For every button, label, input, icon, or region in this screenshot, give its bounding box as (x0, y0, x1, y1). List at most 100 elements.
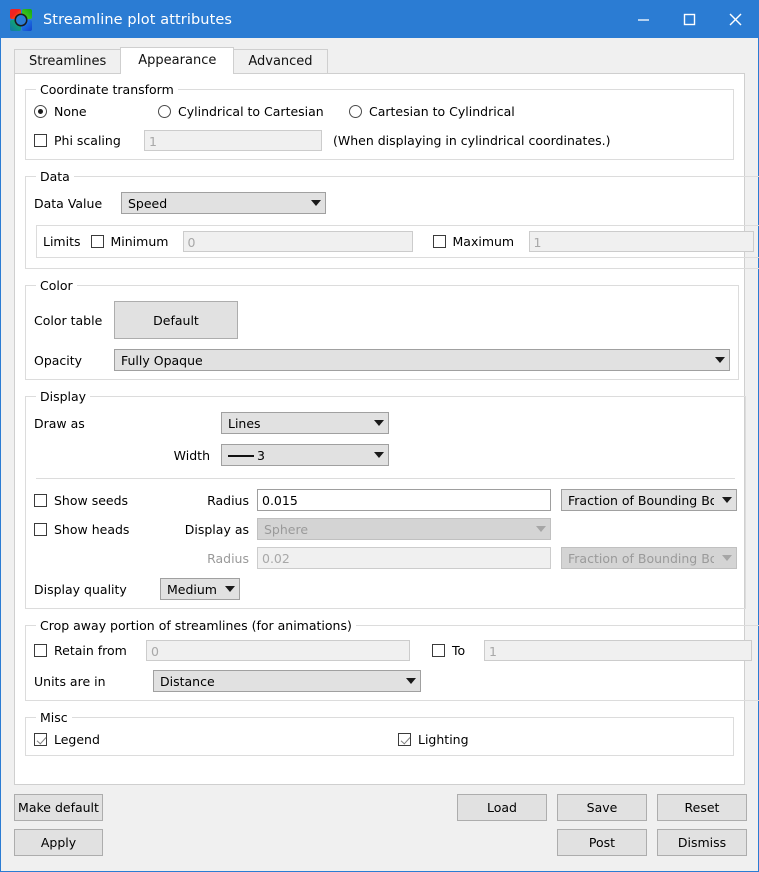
checkbox-indicator (398, 733, 411, 746)
title-bar: Streamline plot attributes (1, 1, 758, 38)
to-input[interactable]: 1 (484, 640, 752, 661)
tab-streamlines[interactable]: Streamlines (14, 49, 122, 73)
checkbox-retain-from[interactable]: Retain from (34, 643, 146, 658)
dismiss-button[interactable]: Dismiss (657, 829, 747, 856)
checkbox-phi-scaling[interactable]: Phi scaling (34, 133, 144, 148)
phi-scaling-input[interactable]: 1 (144, 130, 322, 151)
make-default-button[interactable]: Make default (14, 794, 103, 821)
checkbox-show-seeds[interactable]: Show seeds (34, 493, 201, 508)
limits-group: Limits Minimum 0 Maximum 1 (36, 225, 759, 258)
color-group: Color Color table Default Opacity Fully … (25, 278, 739, 380)
opacity-text: Fully Opaque (121, 352, 203, 368)
radio-cartesian-to-cylindrical[interactable]: Cartesian to Cylindrical (349, 104, 515, 119)
coordinate-transform-group: Coordinate transform None Cylindrical to… (25, 82, 734, 160)
line-width-sample-icon (228, 455, 254, 457)
color-table-button[interactable]: Default (114, 301, 238, 339)
show-seeds-label: Show seeds (54, 492, 129, 508)
minimize-icon[interactable] (620, 1, 666, 38)
window-title: Streamline plot attributes (43, 11, 233, 28)
data-value-text: Speed (128, 195, 168, 211)
checkbox-indicator (34, 134, 47, 147)
head-display-as-combo[interactable]: Sphere (257, 518, 551, 540)
display-quality-text: Medium (167, 581, 217, 597)
data-legend: Data (40, 169, 70, 184)
data-value-combo[interactable]: Speed (121, 192, 326, 214)
seed-radius-units-text: Fraction of Bounding Box (568, 492, 714, 508)
visit-logo-icon (10, 8, 32, 31)
checkbox-indicator (90, 235, 104, 248)
checkbox-indicator (432, 644, 445, 657)
display-group: Display Draw as Lines Width 3 Show seeds… (25, 389, 746, 609)
dialog-button-bar: Make default Apply Load Save Reset Post … (1, 785, 758, 871)
maximum-label: Maximum (452, 234, 515, 249)
display-legend: Display (40, 389, 87, 404)
draw-as-text: Lines (228, 415, 261, 431)
chevron-down-icon (406, 678, 416, 684)
radio-none-label: None (54, 104, 87, 119)
minimum-input[interactable]: 0 (182, 231, 413, 252)
draw-as-combo[interactable]: Lines (221, 412, 389, 434)
radio-indicator (349, 105, 362, 118)
chevron-down-icon (715, 357, 725, 363)
checkbox-indicator (34, 733, 47, 746)
display-quality-label: Display quality (34, 581, 127, 597)
apply-button[interactable]: Apply (14, 829, 103, 856)
cylindrical-note: (When displaying in cylindrical coordina… (333, 133, 611, 148)
head-display-as-text: Sphere (264, 521, 309, 537)
opacity-combo[interactable]: Fully Opaque (114, 349, 730, 371)
chevron-down-icon (374, 452, 384, 458)
display-as-label: Display as (184, 521, 249, 537)
legend-checkbox-label: Legend (54, 732, 100, 747)
seed-radius-units-combo[interactable]: Fraction of Bounding Box (561, 489, 737, 511)
maximize-icon[interactable] (666, 1, 712, 38)
checkbox-indicator (34, 522, 47, 536)
checkbox-to[interactable]: To (432, 643, 484, 658)
chevron-down-icon (225, 586, 235, 592)
radio-cartesian-to-cylindrical-label: Cartesian to Cylindrical (369, 104, 515, 119)
checkbox-minimum[interactable]: Minimum (90, 234, 183, 249)
display-divider (36, 478, 735, 479)
retain-from-input[interactable]: 0 (146, 640, 410, 661)
limits-label: Limits (43, 234, 81, 249)
checkbox-indicator (432, 235, 446, 248)
tab-advanced[interactable]: Advanced (233, 49, 328, 73)
save-button[interactable]: Save (557, 794, 647, 821)
crop-group: Crop away portion of streamlines (for an… (25, 618, 759, 701)
chevron-down-icon (311, 200, 321, 206)
close-icon[interactable] (712, 1, 758, 38)
appearance-tab-panel: Coordinate transform None Cylindrical to… (14, 73, 759, 785)
display-quality-combo[interactable]: Medium (160, 578, 240, 600)
chevron-down-icon (374, 420, 384, 426)
draw-as-label: Draw as (34, 415, 85, 431)
tab-bar: Streamlines Appearance Advanced (14, 47, 758, 74)
seed-radius-input[interactable]: 0.015 (257, 489, 551, 511)
checkbox-maximum[interactable]: Maximum (432, 234, 529, 249)
radio-cylindrical-to-cartesian[interactable]: Cylindrical to Cartesian (158, 104, 343, 119)
tab-appearance[interactable]: Appearance (120, 47, 235, 74)
checkbox-legend[interactable]: Legend (34, 732, 398, 747)
misc-group: Misc Legend Lighting (25, 710, 734, 756)
radio-none[interactable]: None (34, 104, 152, 119)
post-button[interactable]: Post (557, 829, 647, 856)
window-controls (620, 1, 758, 38)
radio-indicator (34, 105, 47, 118)
head-radius-units-text: Fraction of Bounding Box (568, 550, 714, 566)
checkbox-indicator (34, 493, 47, 507)
units-are-in-combo[interactable]: Distance (153, 670, 421, 692)
checkbox-show-heads[interactable]: Show heads (34, 522, 201, 537)
load-button[interactable]: Load (457, 794, 547, 821)
head-radius-label: Radius (207, 550, 249, 566)
width-combo[interactable]: 3 (221, 444, 389, 466)
width-label: Width (173, 447, 210, 463)
head-radius-input[interactable]: 0.02 (257, 547, 551, 569)
lighting-checkbox-label: Lighting (418, 732, 469, 747)
maximum-input[interactable]: 1 (528, 231, 754, 252)
reset-button[interactable]: Reset (657, 794, 747, 821)
checkbox-lighting[interactable]: Lighting (398, 732, 469, 747)
chevron-down-icon (722, 497, 732, 503)
data-group: Data Data Value Speed Limits Minimum 0 M… (25, 169, 759, 269)
opacity-label: Opacity (34, 352, 83, 368)
chevron-down-icon (722, 555, 732, 561)
to-label: To (452, 643, 466, 658)
head-radius-units-combo[interactable]: Fraction of Bounding Box (561, 547, 737, 569)
